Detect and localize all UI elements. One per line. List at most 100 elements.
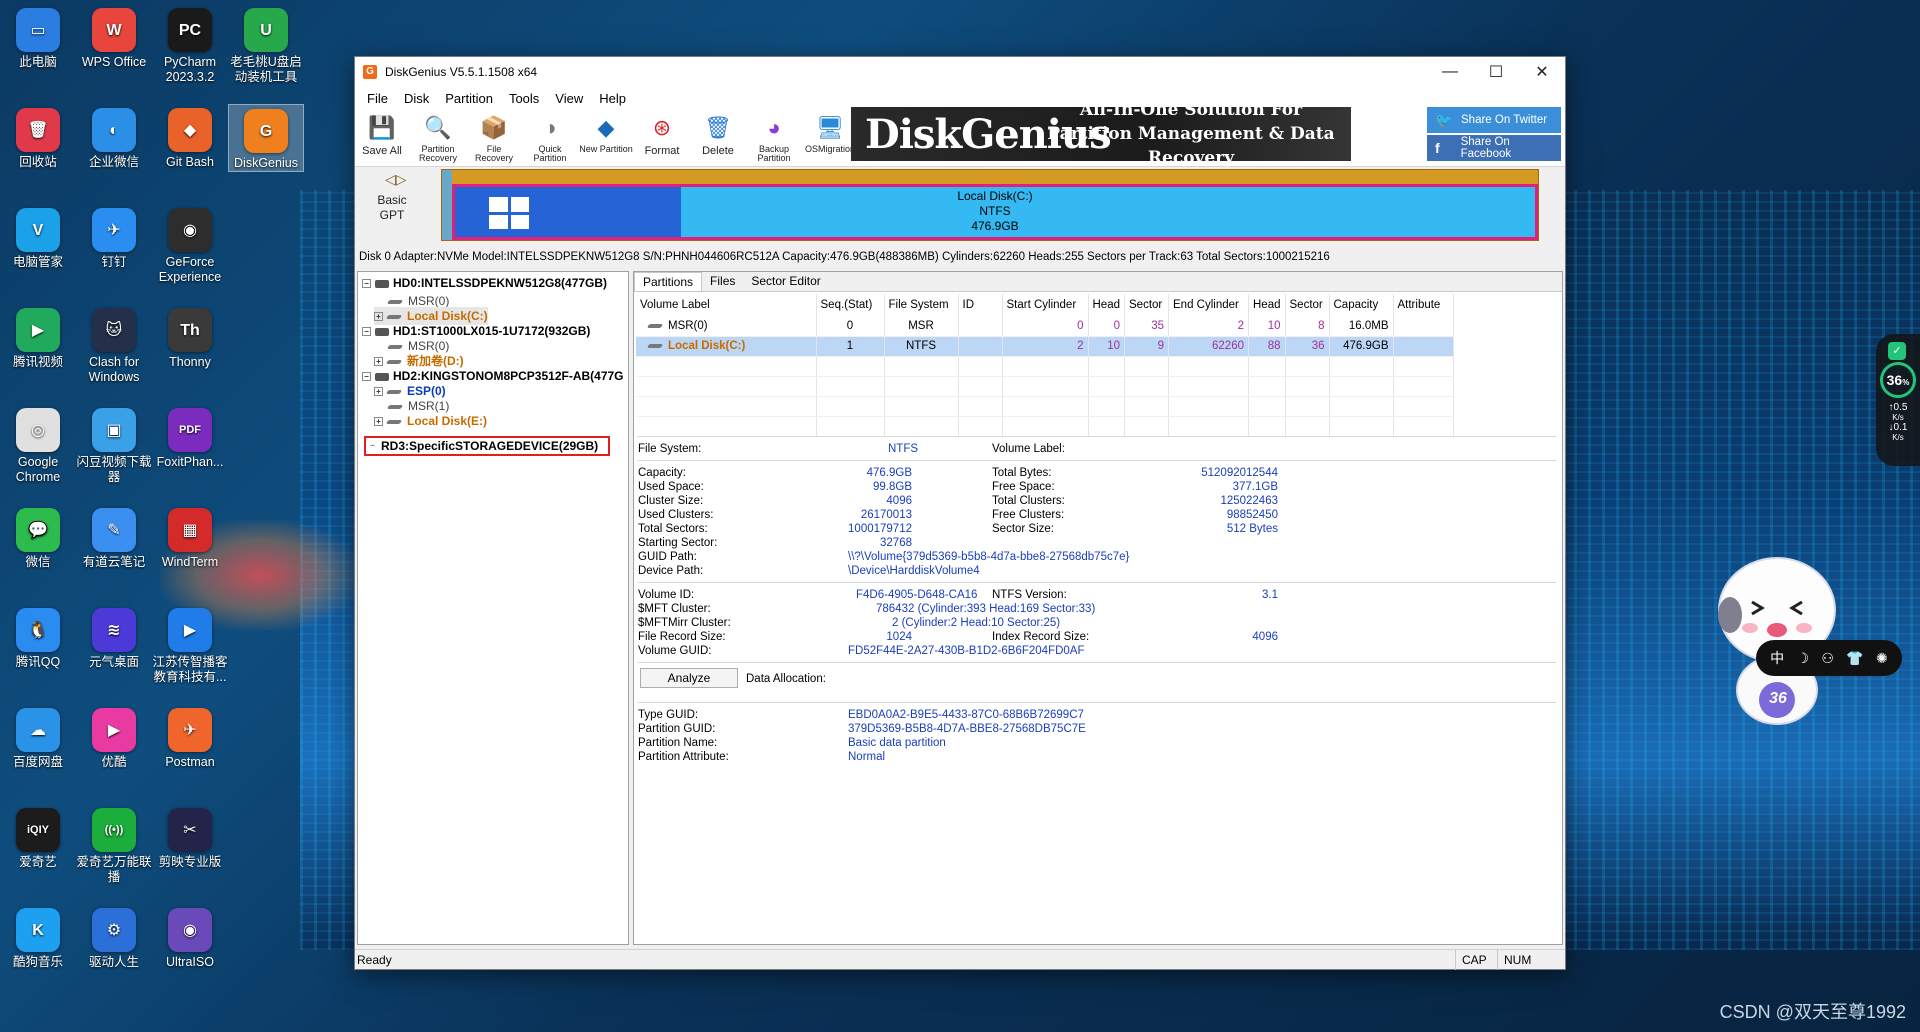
share-twitter-button[interactable]: 🐦 Share On Twitter xyxy=(1427,107,1561,133)
desktop-icon-31[interactable]: ◉ UltraISO xyxy=(152,904,228,970)
settings-swirl-icon[interactable]: ✺ xyxy=(1876,650,1888,667)
col-start-head[interactable]: Head xyxy=(1088,294,1125,316)
col-id[interactable]: ID xyxy=(958,294,1003,316)
delete-button[interactable]: 🗑 Delete xyxy=(691,111,745,157)
share-facebook-button[interactable]: f Share On Facebook xyxy=(1427,135,1561,161)
shirt-icon[interactable]: 👕 xyxy=(1846,650,1863,667)
desktop-icon-12[interactable]: 🐱 Clash for Windows xyxy=(76,304,152,385)
desktop-icon-16[interactable]: PDF FoxitPhan... xyxy=(152,404,228,470)
network-monitor-widget[interactable]: ✓ 36% ↑0.5 K/s ↓0.1 K/s xyxy=(1876,334,1920,466)
backup-partition-button[interactable]: ◕ Backup Partition xyxy=(747,111,801,163)
save-all-label: Save All xyxy=(362,145,402,157)
desktop-icon-7[interactable]: G DiskGenius xyxy=(228,104,304,172)
menu-file[interactable]: File xyxy=(359,91,396,106)
desktop-icon-25[interactable]: ✈ Postman xyxy=(152,704,228,770)
diskgenius-banner[interactable]: DiskGenius All-In-One Solution For Parti… xyxy=(851,100,1351,168)
desktop-icon-4[interactable]: 🗑 回收站 xyxy=(0,104,76,170)
tree-hd2-e[interactable]: + Local Disk(E:) xyxy=(374,412,487,430)
partition-recovery-button[interactable]: 🔍 Partition Recovery xyxy=(411,111,465,163)
disk-nav-arrows-icon[interactable]: ◁▷ xyxy=(385,171,407,188)
tab-files[interactable]: Files xyxy=(702,272,743,291)
col-end-cylinder[interactable]: End Cylinder xyxy=(1168,294,1249,316)
sector-size-label: Sector Size: xyxy=(992,523,1054,535)
collapse-icon[interactable]: − xyxy=(362,372,371,382)
desktop-icon-21[interactable]: ≋ 元气桌面 xyxy=(76,604,152,670)
desktop-icon-28[interactable]: ✂ 剪映专业版 xyxy=(152,804,228,870)
app-icon: iQIY xyxy=(16,808,60,852)
tab-partitions[interactable]: Partitions xyxy=(634,272,703,291)
collapse-icon[interactable]: − xyxy=(362,327,371,337)
desktop-icon-2[interactable]: PC PyCharm 2023.3.2 xyxy=(152,4,228,85)
tree-rd3[interactable]: ┄ RD3:SpecificSTORAGEDEVICE(29GB) xyxy=(368,437,598,455)
menu-help[interactable]: Help xyxy=(591,91,634,106)
maximize-button[interactable]: ☐ xyxy=(1473,57,1519,87)
format-button[interactable]: ⊛ Format xyxy=(635,111,689,157)
tree-hd0[interactable]: − HD0:INTELSSDPEKNW512G8(477GB) xyxy=(362,274,607,292)
expand-icon[interactable]: + xyxy=(374,387,383,397)
minimize-button[interactable]: — xyxy=(1427,57,1473,87)
desktop-icon-29[interactable]: K 酷狗音乐 xyxy=(0,904,76,970)
quick-partition-button[interactable]: ◑ Quick Partition xyxy=(523,111,577,163)
msr-partition-block[interactable] xyxy=(442,170,452,240)
menu-view[interactable]: View xyxy=(547,91,591,106)
col-attribute[interactable]: Attribute xyxy=(1393,294,1454,316)
desktop-icon-1[interactable]: W WPS Office xyxy=(76,4,152,70)
col-start-sector[interactable]: Sector xyxy=(1124,294,1169,316)
desktop-icon-19[interactable]: ▦ WindTerm xyxy=(152,504,228,570)
collapse-icon[interactable]: − xyxy=(362,279,371,289)
desktop-icon-8[interactable]: V 电脑管家 xyxy=(0,204,76,270)
desktop-icon-23[interactable]: ☁ 百度网盘 xyxy=(0,704,76,770)
cell-end-sector: 8 xyxy=(1285,316,1330,337)
desktop-icon-20[interactable]: 🐧 腾讯QQ xyxy=(0,604,76,670)
desktop-icon-0[interactable]: ▭ 此电脑 xyxy=(0,4,76,70)
desktop-icon-30[interactable]: ⚙ 驱动人生 xyxy=(76,904,152,970)
menu-tools[interactable]: Tools xyxy=(501,91,547,106)
expand-icon[interactable]: + xyxy=(374,357,383,367)
desktop-icon-18[interactable]: ✎ 有道云笔记 xyxy=(76,504,152,570)
os-migration-button[interactable]: 🖥 OSMigration xyxy=(803,111,857,154)
save-all-button[interactable]: 💾 Save All xyxy=(355,111,409,157)
desktop-icon-13[interactable]: Th Thonny xyxy=(152,304,228,370)
close-button[interactable]: ✕ xyxy=(1519,57,1565,87)
desktop-icon-11[interactable]: ▶ 腾讯视频 xyxy=(0,304,76,370)
desktop-icon-14[interactable]: ◎ Google Chrome xyxy=(0,404,76,485)
col-capacity[interactable]: Capacity xyxy=(1329,294,1394,316)
moon-icon[interactable]: ☽ xyxy=(1796,650,1809,667)
desktop-icon-27[interactable]: ((•)) 爱奇艺万能联播 xyxy=(76,804,152,885)
app-icon: ✈ xyxy=(168,708,212,752)
col-end-head[interactable]: Head xyxy=(1248,294,1286,316)
title-bar[interactable]: G DiskGenius V5.5.1.1508 x64 — ☐ ✕ xyxy=(355,57,1565,87)
col-volume-label[interactable]: Volume Label xyxy=(636,294,817,316)
desktop-icon-10[interactable]: ◉ GeForce Experience xyxy=(152,204,228,285)
desktop-icon-24[interactable]: ▶ 优酷 xyxy=(76,704,152,770)
desktop-icon-17[interactable]: 💬 微信 xyxy=(0,504,76,570)
user-icon[interactable]: ⚇ xyxy=(1821,650,1834,667)
desktop-icon-label: WindTerm xyxy=(161,555,219,569)
shield-icon: ✓ xyxy=(1888,342,1906,360)
col-start-cylinder[interactable]: Start Cylinder xyxy=(1002,294,1089,316)
table-row[interactable]: Local Disk(C:) 1 NTFS 2 10 9 62260 88 36… xyxy=(636,336,1562,357)
desktop-icon-15[interactable]: ▣ 闪豆视频下载器 xyxy=(76,404,152,485)
desktop-icon-6[interactable]: ◆ Git Bash xyxy=(152,104,228,170)
table-row[interactable]: MSR(0) 0 MSR 0 0 35 2 10 8 16.0MB xyxy=(636,316,1562,337)
col-seq[interactable]: Seq.(Stat) xyxy=(816,294,885,316)
expand-icon[interactable]: + xyxy=(374,417,383,427)
desktop-icon-26[interactable]: iQIY 爱奇艺 xyxy=(0,804,76,870)
expand-icon[interactable]: + xyxy=(374,312,383,322)
desktop-icon-3[interactable]: U 老毛桃U盘启动装机工具 xyxy=(228,4,304,85)
col-end-sector[interactable]: Sector xyxy=(1285,294,1330,316)
tab-sector-editor[interactable]: Sector Editor xyxy=(743,272,828,291)
menu-partition[interactable]: Partition xyxy=(437,91,501,106)
desktop-icon-label: FoxitPhan... xyxy=(156,455,224,469)
ime-toolbar[interactable]: 中 ☽ ⚇ 👕 ✺ xyxy=(1756,640,1902,676)
ime-chinese-toggle[interactable]: 中 xyxy=(1770,648,1784,668)
desktop-icon-5[interactable]: ◐ 企业微信 xyxy=(76,104,152,170)
new-partition-button[interactable]: ◆ New Partition xyxy=(579,111,633,154)
desktop-icon-22[interactable]: ▶ 江苏传智播客教育科技有... xyxy=(152,604,228,685)
c-partition-block[interactable]: Local Disk(C:) NTFS 476.9GB xyxy=(452,184,1538,240)
file-recovery-button[interactable]: 📦 File Recovery xyxy=(467,111,521,163)
col-file-system[interactable]: File System xyxy=(884,294,959,316)
analyze-button[interactable]: Analyze xyxy=(640,668,738,688)
menu-disk[interactable]: Disk xyxy=(396,91,437,106)
desktop-icon-9[interactable]: ✈ 钉钉 xyxy=(76,204,152,270)
